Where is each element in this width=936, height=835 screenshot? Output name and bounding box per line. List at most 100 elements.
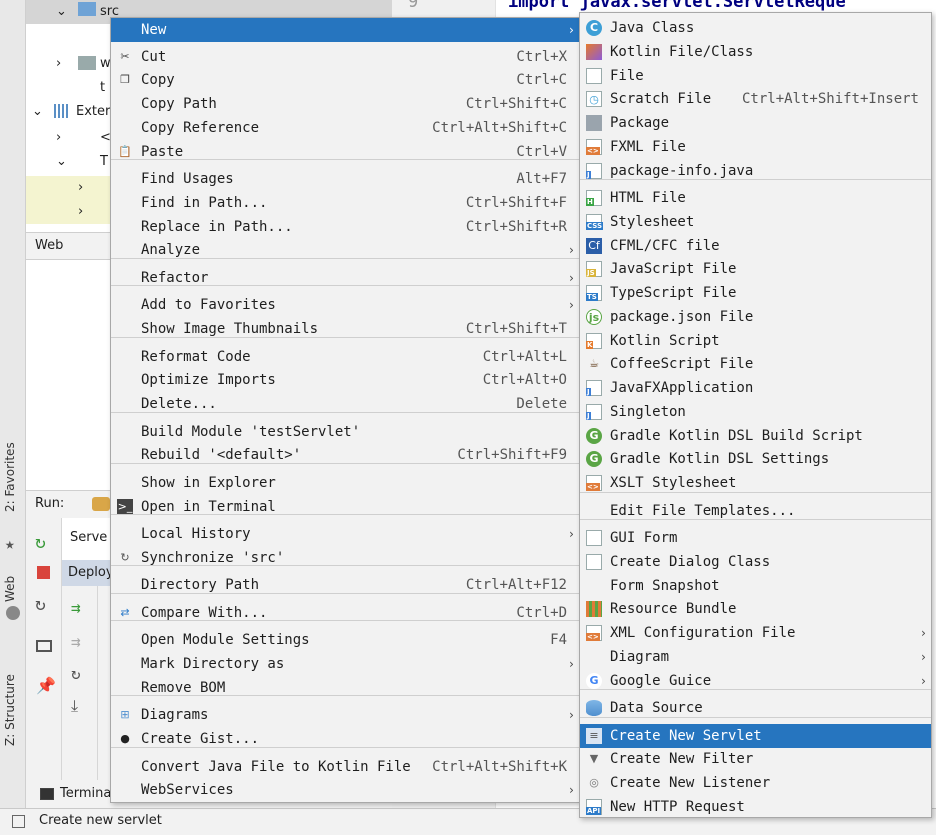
menu-item-label: Find in Path... (141, 195, 268, 211)
gradle-icon: G (586, 428, 602, 444)
menu-item-copy-reference[interactable]: Copy Reference Ctrl+Alt+Shift+C (111, 116, 579, 140)
new-item-package-json-file[interactable]: js package.json File (580, 305, 931, 329)
update-icon[interactable]: ⤓ (71, 696, 78, 716)
new-item-typescript-file[interactable]: TS TypeScript File (580, 281, 931, 305)
chevron-down-icon[interactable]: ⌄ (56, 150, 67, 174)
new-item-cfml-cfc-file[interactable]: Cf CFML/CFC file (580, 234, 931, 258)
menu-item-copy[interactable]: ❐ Copy Ctrl+C (111, 68, 579, 92)
menu-item-mark-directory-as[interactable]: Mark Directory as › (111, 652, 579, 676)
new-item-create-new-servlet[interactable]: ≡ Create New Servlet (580, 724, 931, 748)
menu-item-open-in-terminal[interactable]: >_ Open in Terminal (111, 495, 579, 519)
chevron-right-icon[interactable]: › (78, 200, 83, 224)
new-item-java-class[interactable]: C Java Class (580, 16, 931, 40)
menu-item-cut[interactable]: ✂ Cut Ctrl+X (111, 45, 579, 69)
menu-item-diagrams[interactable]: ⊞ Diagrams › (111, 703, 579, 727)
menu-item-remove-bom[interactable]: Remove BOM (111, 676, 579, 700)
new-item-create-dialog-class[interactable]: Create Dialog Class (580, 550, 931, 574)
web-tab[interactable]: Web (3, 576, 17, 602)
menu-item-copy-path[interactable]: Copy Path Ctrl+Shift+C (111, 92, 579, 116)
terminal-tab-label: Termina (60, 786, 112, 801)
chevron-right-icon[interactable]: › (56, 126, 61, 150)
new-item-javascript-file[interactable]: JS JavaScript File (580, 257, 931, 281)
menu-item-convert-java-file-to-kotlin-file[interactable]: Convert Java File to Kotlin File Ctrl+Alt… (111, 755, 579, 779)
sync-icon: ↻ (120, 551, 130, 564)
chevron-down-icon[interactable]: ⌄ (56, 0, 67, 24)
new-item-diagram[interactable]: Diagram › (580, 645, 931, 669)
new-item-label: Package (610, 115, 670, 131)
new-item-package[interactable]: Package (580, 111, 931, 135)
refresh-icon[interactable]: ↻ (35, 594, 46, 615)
kotlin-script-icon: K (586, 333, 602, 349)
chevron-right-icon: › (567, 527, 575, 541)
stop-icon[interactable] (37, 566, 50, 579)
menu-item-show-in-explorer[interactable]: Show in Explorer (111, 471, 579, 495)
menu-item-shortcut: Ctrl+D (516, 605, 567, 621)
favorites-tab[interactable]: 2: Favorites (3, 442, 17, 512)
reload-icon[interactable]: ↻ (71, 664, 81, 683)
tomcat-icon (92, 497, 110, 511)
new-item-xml-configuration-file[interactable]: <> XML Configuration File › (580, 621, 931, 645)
new-item-gui-form[interactable]: GUI Form (580, 526, 931, 550)
menu-item-optimize-imports[interactable]: Optimize Imports Ctrl+Alt+O (111, 368, 579, 392)
menu-item-find-usages[interactable]: Find Usages Alt+F7 (111, 167, 579, 191)
new-item-gradle-kotlin-dsl-settings[interactable]: G Gradle Kotlin DSL Settings (580, 447, 931, 471)
chevron-right-icon: › (567, 23, 575, 37)
menu-item-webservices[interactable]: WebServices › (111, 778, 579, 802)
menu-item-label: Copy Reference (141, 120, 260, 136)
status-toggle-icon[interactable] (12, 815, 25, 828)
tree-item-t2[interactable]: T (100, 150, 108, 174)
new-item-gradle-kotlin-dsl-build-script[interactable]: G Gradle Kotlin DSL Build Script (580, 424, 931, 448)
menu-item-open-module-settings[interactable]: Open Module Settings F4 (111, 628, 579, 652)
menu-item-label: Find Usages (141, 171, 234, 187)
deploy-icon[interactable]: ⇉ (71, 598, 81, 617)
new-item-label: TypeScript File (610, 285, 737, 301)
chevron-right-icon[interactable]: › (78, 176, 83, 200)
menu-item-new[interactable]: New › (111, 18, 579, 42)
new-item-form-snapshot[interactable]: Form Snapshot (580, 574, 931, 598)
new-item-kotlin-script[interactable]: K Kotlin Script (580, 329, 931, 353)
layout-icon[interactable] (36, 640, 52, 652)
chevron-down-icon[interactable]: ⌄ (32, 100, 43, 124)
cfml-file-icon: Cf (586, 238, 602, 254)
new-item-create-new-listener[interactable]: ◎ Create New Listener (580, 771, 931, 795)
undeploy-icon[interactable]: ⇉ (71, 632, 81, 651)
compare-icon: ⇄ (120, 606, 130, 619)
tree-item-external[interactable]: Exter (76, 100, 110, 124)
menu-item-paste[interactable]: 📋 Paste Ctrl+V (111, 140, 579, 164)
menu-item-build-module-testservlet[interactable]: Build Module 'testServlet' (111, 420, 579, 444)
menu-item-replace-in-path[interactable]: Replace in Path... Ctrl+Shift+R (111, 215, 579, 239)
new-item-label: Create New Listener (610, 775, 771, 791)
code-line[interactable]: import javax.servlet.ServletReque (508, 0, 846, 12)
structure-tab[interactable]: Z: Structure (3, 674, 17, 746)
new-item-file[interactable]: File (580, 64, 931, 88)
menu-separator (580, 717, 931, 718)
menu-separator (580, 519, 931, 520)
pin-icon[interactable]: 📌 (36, 676, 56, 695)
new-item-new-http-request[interactable]: API New HTTP Request (580, 795, 931, 819)
menu-item-compare-with[interactable]: ⇄ Compare With... Ctrl+D (111, 601, 579, 625)
new-item-fxml-file[interactable]: <> FXML File (580, 135, 931, 159)
menu-item-label: Optimize Imports (141, 372, 276, 388)
css-file-icon: CSS (586, 214, 604, 230)
new-item-create-new-filter[interactable]: ▼ Create New Filter (580, 747, 931, 771)
menu-item-synchronize-src[interactable]: ↻ Synchronize 'src' (111, 546, 579, 570)
chevron-right-icon[interactable]: › (56, 52, 61, 76)
new-item-resource-bundle[interactable]: Resource Bundle (580, 597, 931, 621)
menu-item-refactor[interactable]: Refactor › (111, 266, 579, 290)
new-item-javafxapplication[interactable]: J JavaFXApplication (580, 376, 931, 400)
new-item-scratch-file[interactable]: ◷ Scratch File Ctrl+Alt+Shift+Insert (580, 87, 931, 111)
coffeescript-icon: ☕ (589, 357, 599, 370)
new-item-kotlin-file-class[interactable]: Kotlin File/Class (580, 40, 931, 64)
menu-item-reformat-code[interactable]: Reformat Code Ctrl+Alt+L (111, 345, 579, 369)
menu-item-add-to-favorites[interactable]: Add to Favorites › (111, 293, 579, 317)
menu-separator (111, 337, 579, 338)
new-item-label: Kotlin Script (610, 333, 720, 349)
menu-item-find-in-path[interactable]: Find in Path... Ctrl+Shift+F (111, 191, 579, 215)
new-item-stylesheet[interactable]: CSS Stylesheet (580, 210, 931, 234)
new-item-singleton[interactable]: J Singleton (580, 400, 931, 424)
new-item-coffeescript-file[interactable]: ☕ CoffeeScript File (580, 352, 931, 376)
rerun-icon[interactable]: ↻ (35, 532, 46, 553)
tree-item-t[interactable]: t (100, 76, 105, 100)
menu-item-local-history[interactable]: Local History › (111, 522, 579, 546)
new-item-html-file[interactable]: H HTML File (580, 186, 931, 210)
